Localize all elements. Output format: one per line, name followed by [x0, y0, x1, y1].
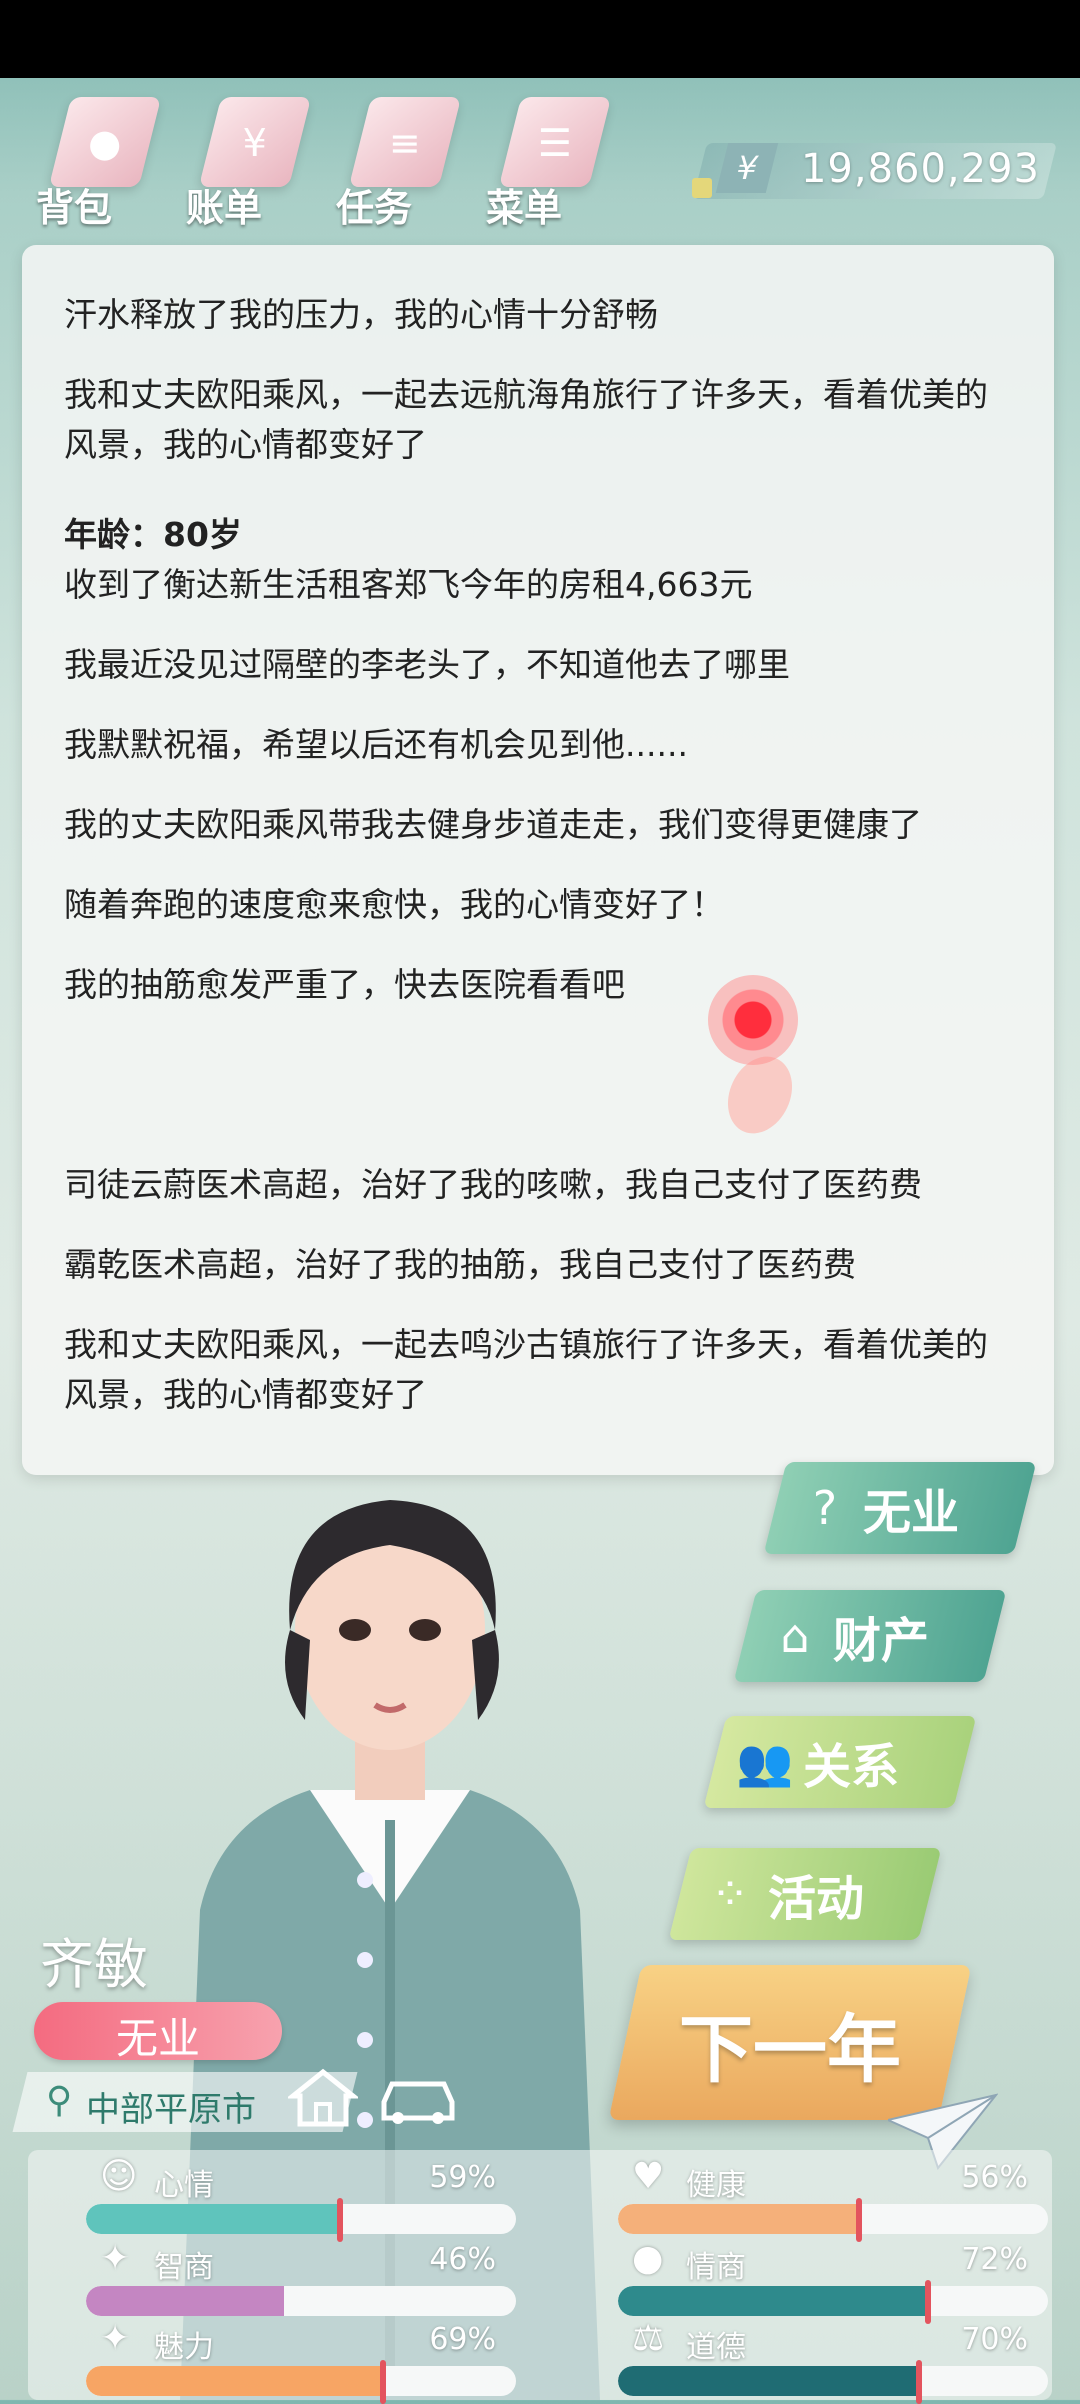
log-line: 霸乾医术高超，治好了我的抽筋，我自己支付了医药费 [64, 1245, 856, 1284]
job-badge-label: 无业 [115, 2014, 200, 2063]
stat-bar-fill [86, 2204, 340, 2234]
life-log-panel[interactable]: 汗水释放了我的压力，我的心情十分舒畅 我和丈夫欧阳乘风，一起去远航海角旅行了许多… [22, 245, 1054, 1475]
car-outline-icon [381, 2081, 455, 2124]
stat-bar [618, 2286, 1048, 2316]
stat-value: 46% [429, 2242, 496, 2277]
stat-bar-fill [86, 2366, 383, 2396]
stat-value: 69% [429, 2322, 496, 2357]
log-line: 我的抽筋愈发严重了，快去医院看看吧 [64, 965, 625, 1004]
brain-icon: ✦ [100, 2238, 131, 2279]
activity-button-label: 活动 [768, 1871, 865, 1927]
apple-icon: ● [632, 2238, 664, 2279]
nav-bill[interactable]: ¥ 账单 [180, 85, 320, 235]
menu-icon: ☰ [498, 97, 612, 187]
stat-name: 智商 [154, 2250, 214, 2285]
job-button-label: 无业 [863, 1485, 960, 1541]
stat-marker [924, 2280, 931, 2324]
nav-label: 账单 [186, 186, 263, 230]
location-pin-icon: ⚲ [46, 2080, 73, 2121]
assets-button-label: 财产 [833, 1613, 930, 1669]
smile-icon: ☺ [100, 2156, 138, 2197]
stat-name: 情商 [686, 2250, 746, 2285]
stat-bar-fill [618, 2366, 919, 2396]
activity-icon: ⁘ [710, 1867, 750, 1921]
people-icon: 👥 [736, 1735, 794, 1789]
life-log-list: 汗水释放了我的压力，我的心情十分舒畅 我和丈夫欧阳乘风，一起去远航海角旅行了许多… [64, 290, 1014, 1420]
question-icon: ? [812, 1481, 838, 1535]
stat-iq: ✦ 智商 46% [56, 2238, 516, 2322]
nav-backpack[interactable]: ● 背包 [30, 85, 170, 235]
log-line: 我和丈夫欧阳乘风，一起去鸣沙古镇旅行了许多天，看着优美的风景，我的心情都变好了 [64, 1325, 988, 1414]
money-dot [692, 178, 712, 198]
stat-bar-fill [618, 2286, 928, 2316]
stat-mood: ☺ 心情 59% [56, 2156, 516, 2242]
tap-target-icon[interactable] [708, 975, 798, 1065]
nav-menu[interactable]: ☰ 菜单 [480, 85, 620, 235]
heart-icon: ♥ [632, 2156, 665, 2197]
money-value: 19,860,293 [800, 146, 1040, 192]
log-line: 我的丈夫欧阳乘风带我去健身步道走走，我们变得更健康了 [64, 805, 922, 844]
next-year-label[interactable]: 下一年 [625, 1990, 955, 2097]
stat-health: ♥ 健康 56% [588, 2156, 1048, 2242]
stat-name: 心情 [154, 2168, 214, 2203]
log-line: 汗水释放了我的压力，我的心情十分舒畅 [64, 295, 658, 334]
scale-icon: ⚖ [632, 2318, 665, 2359]
stats-panel: ☺ 心情 59% ♥ 健康 56% ✦ 智商 46% ● 情商 72% ✦ 魅力… [28, 2150, 1052, 2404]
stat-value: 56% [961, 2160, 1028, 2195]
stat-marker [379, 2360, 386, 2404]
stat-eq: ● 情商 72% [588, 2238, 1048, 2324]
relations-button-label: 关系 [803, 1739, 900, 1795]
stat-name: 健康 [686, 2168, 746, 2203]
stat-bar [618, 2204, 1048, 2234]
assets-button[interactable]: ⌂ 财产 [765, 1590, 929, 1682]
log-line: 随着奔跑的速度愈来愈快，我的心情变好了！ [64, 885, 724, 924]
log-age-heading: 年龄：80岁 [64, 515, 242, 554]
activity-button[interactable]: ⁘ 活动 [700, 1848, 864, 1940]
stat-marker [336, 2198, 343, 2242]
stat-bar [618, 2366, 1048, 2396]
stat-value: 72% [961, 2242, 1028, 2277]
log-line: 我和丈夫欧阳乘风，一起去远航海角旅行了许多天，看着优美的风景，我的心情都变好了 [64, 375, 988, 464]
nav-label: 背包 [36, 186, 113, 230]
stat-value: 59% [429, 2160, 496, 2195]
stat-charm: ✦ 魅力 69% [56, 2318, 516, 2404]
stat-bar [86, 2204, 516, 2234]
bill-icon: ¥ [198, 97, 312, 187]
stat-marker [855, 2198, 862, 2242]
log-line: 司徒云蔚医术高超，治好了我的咳嗽，我自己支付了医药费 [64, 1165, 922, 1204]
log-line: 我默默祝福，希望以后还有机会见到他...... [64, 725, 688, 764]
stat-value: 70% [961, 2322, 1028, 2357]
stat-bar [86, 2286, 516, 2316]
house-icon: ⌂ [780, 1609, 810, 1663]
log-spacer [64, 1010, 1014, 1160]
status-bar [0, 0, 1080, 78]
backpack-icon: ● [48, 97, 162, 187]
nav-label: 任务 [336, 186, 413, 230]
log-line: 我最近没见过隔壁的李老头了，不知道他去了哪里 [64, 645, 790, 684]
location-text: 中部平原市 [86, 2090, 256, 2130]
relations-button[interactable]: 👥 关系 [735, 1716, 899, 1808]
log-line: 收到了衡达新生活租客郑飞今年的房租4,663元 [64, 565, 753, 604]
stat-morality: ⚖ 道德 70% [588, 2318, 1048, 2404]
stat-bar [86, 2366, 516, 2396]
task-icon: ≡ [348, 97, 462, 187]
house-outline-icon [288, 2068, 358, 2127]
job-button[interactable]: ? 无业 [795, 1462, 959, 1554]
nav-label: 菜单 [486, 186, 563, 230]
sparkle-icon: ✦ [100, 2318, 131, 2359]
stat-name: 道德 [686, 2330, 746, 2365]
stat-bar-fill [86, 2286, 284, 2316]
stat-name: 魅力 [154, 2330, 214, 2365]
stat-marker [916, 2360, 922, 2404]
stat-bar-fill [618, 2204, 859, 2234]
character-name: 齐敏 [40, 1933, 148, 1996]
nav-task[interactable]: ≡ 任务 [330, 85, 470, 235]
